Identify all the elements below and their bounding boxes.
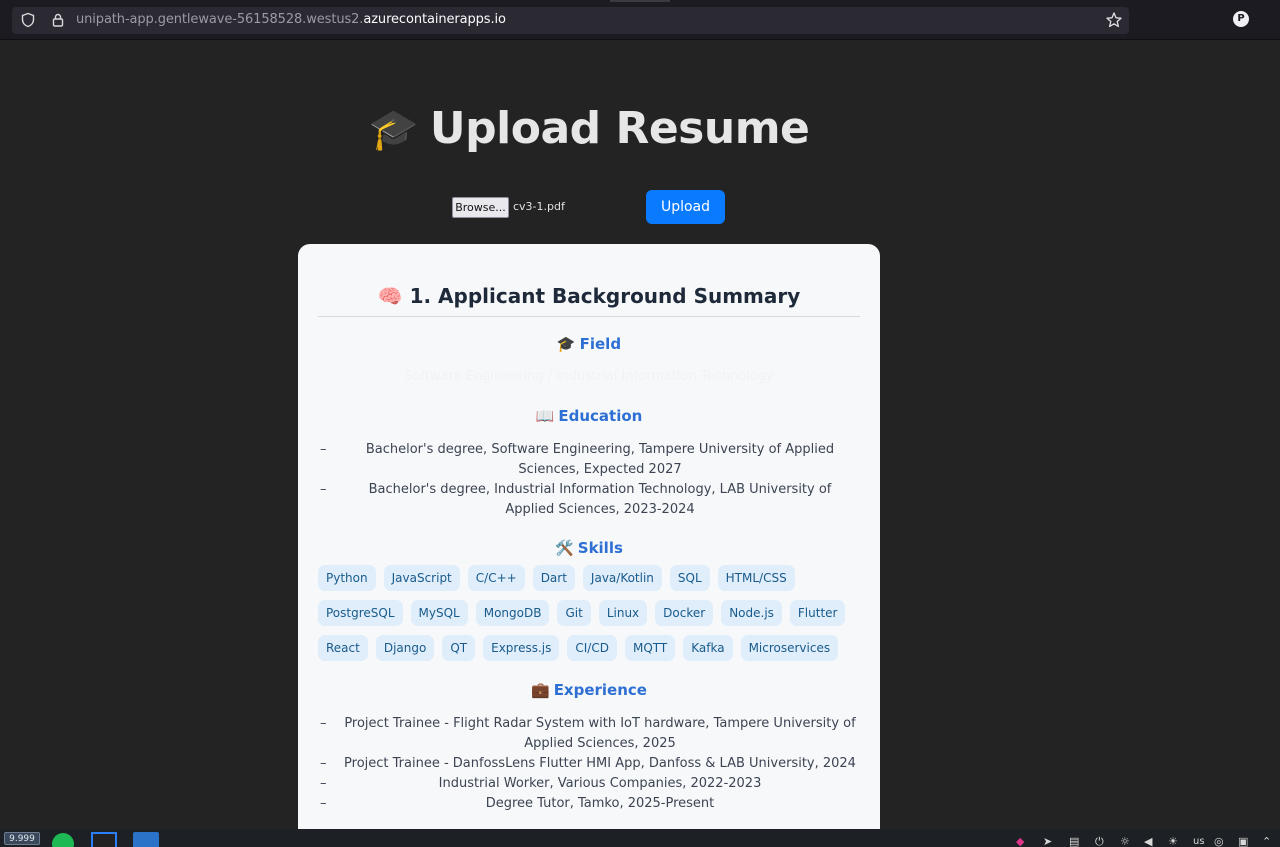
skill-chip: MongoDB	[475, 600, 550, 626]
field-heading-text: Field	[579, 335, 622, 353]
skill-chip: Flutter	[789, 600, 846, 626]
app-tray-icon[interactable]: ◆	[1016, 836, 1024, 847]
list-item: – Project Trainee - DanfossLens Flutter H…	[318, 754, 860, 774]
bullet-dash: –	[320, 796, 327, 811]
skill-chip: Express.js	[483, 635, 560, 661]
night-light-icon[interactable]: ☀	[1168, 836, 1178, 847]
experience-list: – Project Trainee - Flight Radar System w…	[318, 714, 860, 814]
page-title-text: Upload Resume	[429, 103, 810, 154]
graduation-cap-icon: 🎓	[556, 335, 576, 353]
clipboard-icon[interactable]: ◎	[1214, 836, 1224, 847]
upload-button[interactable]: Upload	[646, 190, 725, 224]
image-icon[interactable]: ▣	[1238, 836, 1248, 847]
skill-chip: Docker	[655, 600, 714, 626]
skill-chip: Django	[375, 635, 435, 661]
summary-card: 🧠 1. Applicant Background Summary 🎓 Field…	[298, 244, 880, 847]
education-list: – Bachelor's degree, Software Engineering…	[318, 440, 860, 520]
graduation-cap-icon: 🎓	[368, 107, 419, 153]
list-item-text: Bachelor's degree, Software Engineering,…	[365, 442, 835, 477]
skill-chip: MySQL	[410, 600, 468, 626]
education-heading: 📖 Education	[298, 407, 880, 425]
skill-chip: HTML/CSS	[717, 565, 795, 591]
bullet-dash: –	[320, 756, 327, 771]
skill-chip: CI/CD	[567, 635, 617, 661]
list-item-text: Industrial Worker, Various Companies, 20…	[438, 776, 762, 791]
skill-chip: Node.js	[721, 600, 782, 626]
divider	[318, 316, 860, 317]
summary-title: 🧠 1. Applicant Background Summary	[298, 284, 880, 308]
tab-strip-indicator	[610, 0, 670, 2]
skills-heading-text: Skills	[577, 539, 623, 557]
skill-chip: PostgreSQL	[318, 600, 403, 626]
skill-chip: Linux	[598, 600, 648, 626]
list-item: – Industrial Worker, Various Companies, 2…	[318, 774, 860, 794]
ide-icon[interactable]	[91, 832, 117, 847]
skill-chip: JavaScript	[383, 565, 460, 591]
list-item-text: Project Trainee - DanfossLens Flutter HM…	[344, 756, 856, 771]
brightness-icon[interactable]: ☼	[1120, 836, 1130, 847]
skill-chip: Git	[557, 600, 591, 626]
skill-chip: SQL	[669, 565, 710, 591]
lock-icon[interactable]	[50, 12, 66, 28]
profile-icon[interactable]: P	[1233, 11, 1249, 27]
bullet-dash: –	[320, 442, 327, 457]
skill-chip: C/C++	[467, 565, 525, 591]
skill-chip: Kafka	[683, 635, 733, 661]
education-heading-text: Education	[558, 407, 643, 425]
skill-chip: Dart	[532, 565, 575, 591]
experience-heading-text: Experience	[553, 681, 647, 699]
bullet-dash: –	[320, 716, 327, 731]
power-icon[interactable]: ⏻	[1095, 836, 1104, 847]
keyboard-layout[interactable]: us	[1193, 836, 1205, 847]
briefcase-icon: 💼	[531, 681, 550, 699]
list-item: – Bachelor's degree, Software Engineering…	[318, 440, 860, 480]
experience-heading: 💼 Experience	[298, 681, 880, 699]
skill-chip: Java/Kotlin	[582, 565, 662, 591]
brain-icon: 🧠	[377, 284, 403, 308]
document-app-icon[interactable]	[133, 832, 159, 847]
list-item-text: Degree Tutor, Tamko, 2025-Present	[485, 796, 715, 811]
list-item: – Project Trainee - Flight Radar System w…	[318, 714, 860, 754]
summary-title-text: 1. Applicant Background Summary	[409, 284, 801, 308]
expand-icon[interactable]: ⌃	[1262, 836, 1271, 847]
book-icon: 📖	[535, 407, 555, 425]
browse-button[interactable]: Browse...	[452, 197, 509, 218]
field-heading: 🎓 Field	[298, 335, 880, 353]
bullet-dash: –	[320, 776, 327, 791]
list-item-text: Bachelor's degree, Industrial Informatio…	[368, 482, 832, 517]
selected-file-name: cv3-1.pdf	[513, 200, 565, 213]
address-bar[interactable]: unipath-app.gentlewave-56158528.westus2.…	[12, 7, 1129, 34]
browser-toolbar: unipath-app.gentlewave-56158528.westus2.…	[0, 0, 1280, 40]
counter-badge[interactable]: 9.999	[4, 832, 40, 845]
list-item: – Bachelor's degree, Industrial Informati…	[318, 480, 860, 520]
system-tray: ◆ ➤ ▤ ⏻ ☼ ◀ ☀ us ◎ ▣ ⌃	[1016, 836, 1280, 847]
page-title: 🎓 Upload Resume	[0, 103, 1178, 154]
bookmark-star-icon[interactable]	[1105, 11, 1123, 29]
url-domain: azurecontainerapps.io	[363, 12, 506, 27]
printer-icon[interactable]: ▤	[1069, 836, 1079, 847]
skill-chip: QT	[442, 635, 476, 661]
bullet-dash: –	[320, 482, 327, 497]
skill-chip: Python	[318, 565, 376, 591]
url-text[interactable]: unipath-app.gentlewave-56158528.westus2.…	[76, 11, 506, 29]
tools-icon: 🛠️	[555, 539, 574, 557]
list-item: – Degree Tutor, Tamko, 2025-Present	[318, 794, 860, 814]
skill-chip: React	[318, 635, 368, 661]
skills-chip-list: Python JavaScript C/C++ Dart Java/Kotlin…	[318, 565, 866, 661]
skill-chip: MQTT	[624, 635, 676, 661]
shield-icon[interactable]	[20, 12, 36, 28]
volume-icon[interactable]: ◀	[1144, 836, 1152, 847]
spotify-icon[interactable]	[52, 833, 74, 847]
url-prefix: unipath-app.gentlewave-56158528.westus2.	[76, 12, 364, 27]
skill-chip: Microservices	[740, 635, 839, 661]
list-item-text: Project Trainee - Flight Radar System wi…	[344, 716, 856, 751]
send-icon[interactable]: ➤	[1043, 836, 1052, 847]
field-value: Software Engineering / Industrial Inform…	[404, 369, 774, 384]
skills-heading: 🛠️ Skills	[298, 539, 880, 557]
